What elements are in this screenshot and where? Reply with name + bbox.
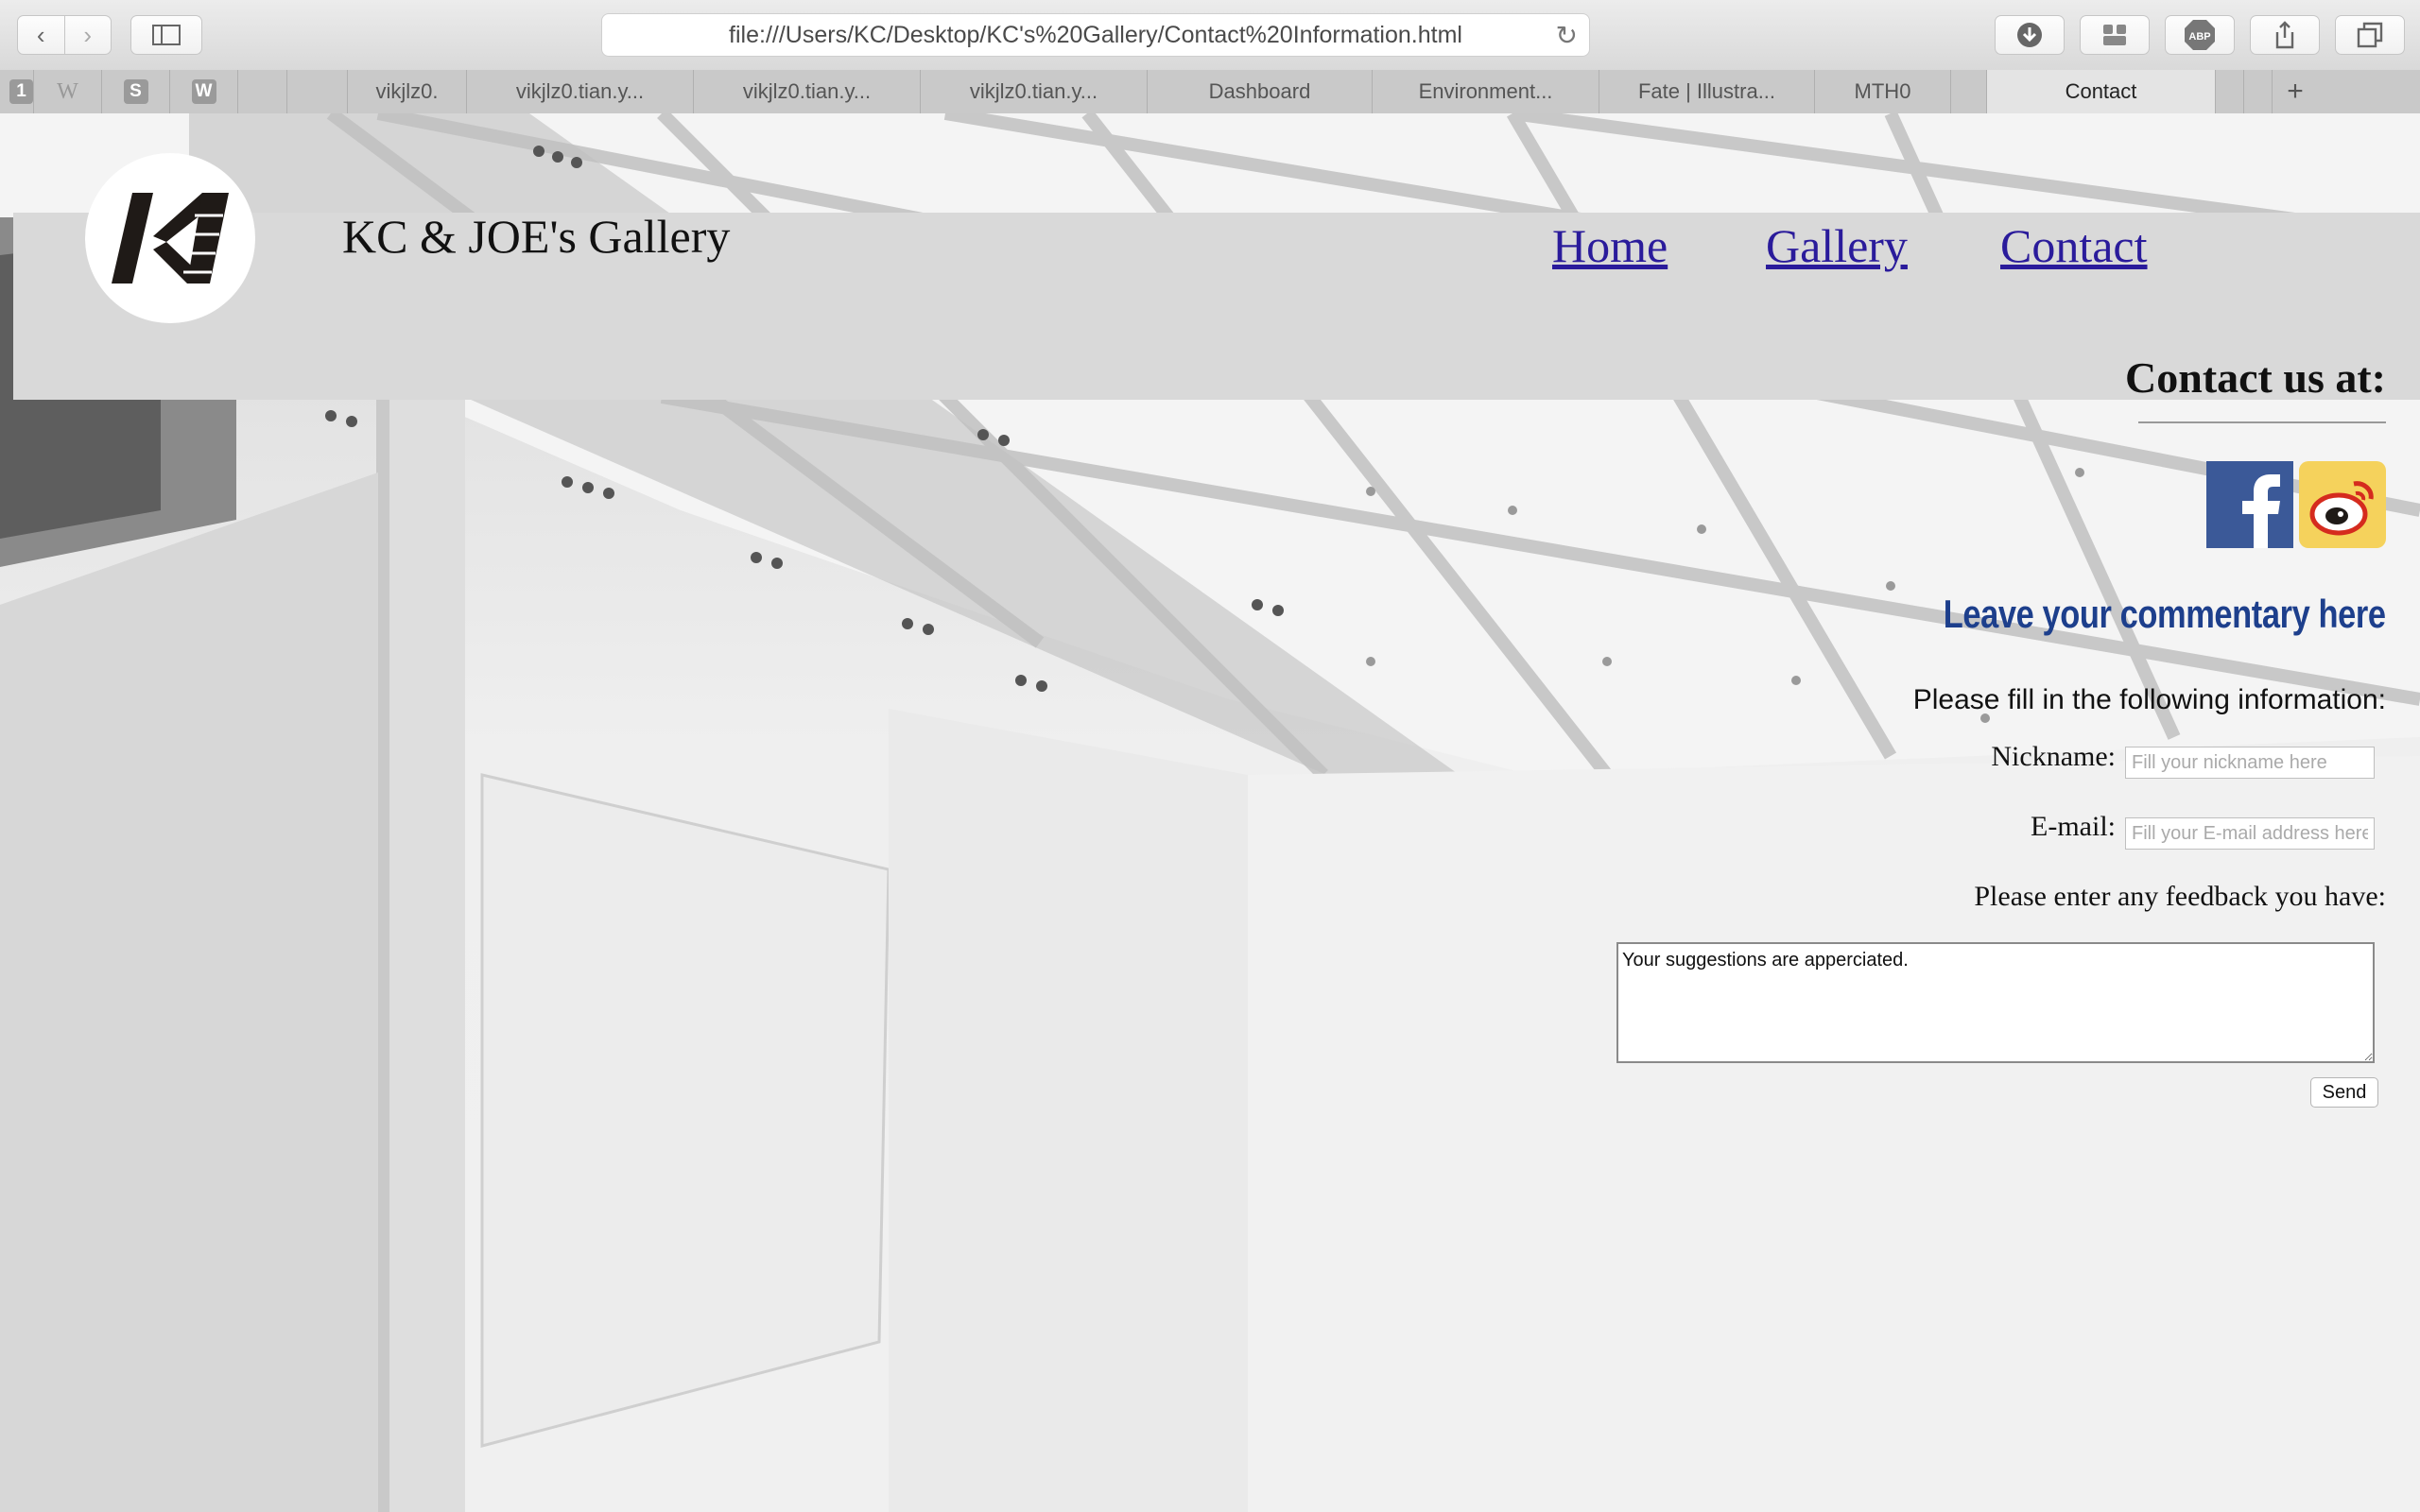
forward-icon[interactable]: › — [63, 16, 112, 54]
feedback-textarea[interactable]: Your suggestions are apperciated. — [1616, 942, 2375, 1063]
nav-home-link[interactable]: Home — [1552, 218, 1668, 273]
tab-vikjlz0-4[interactable]: vikjlz0.tian.y... — [921, 70, 1148, 113]
contact-heading: Contact us at: — [2125, 353, 2386, 402]
wikipedia-icon: W — [57, 78, 78, 104]
tab-dashboard[interactable]: Dashboard — [1148, 70, 1373, 113]
reload-icon[interactable]: ↻ — [1556, 20, 1578, 51]
site-header: KC & JOE's Gallery Home Gallery Contact — [13, 153, 2420, 400]
pinned-tab-1[interactable]: 1 — [0, 70, 34, 113]
s-icon: S — [123, 79, 148, 104]
email-input[interactable] — [2125, 817, 2375, 850]
tab-vikjlz0-2[interactable]: vikjlz0.tian.y... — [467, 70, 694, 113]
tab-blank-2[interactable] — [2216, 70, 2244, 113]
site-title: KC & JOE's Gallery — [342, 210, 731, 263]
tab-vikjlz0-1[interactable]: vikjlz0. — [348, 70, 467, 113]
form-intro-text: Please fill in the following information… — [1912, 684, 2386, 715]
tab-contact[interactable]: Contact — [1987, 70, 2216, 113]
tab-fate-illustra[interactable]: Fate | Illustra... — [1599, 70, 1815, 113]
browser-toolbar: ‹ › file:///Users/KC/Desktop/KC's%20Gall… — [0, 0, 2420, 71]
pinned-tab-blank-2[interactable] — [287, 70, 348, 113]
address-bar[interactable]: file:///Users/KC/Desktop/KC's%20Gallery/… — [601, 13, 1590, 57]
tab-vikjlz0-3[interactable]: vikjlz0.tian.y... — [694, 70, 921, 113]
adblock-label: ABP — [2188, 31, 2210, 43]
feedback-label: Please enter any feedback you have: — [1974, 881, 2386, 912]
weibo-icon[interactable] — [2299, 461, 2386, 548]
tab-environment[interactable]: Environment... — [1373, 70, 1599, 113]
back-forward-group: ‹ › — [17, 15, 112, 55]
pinned-tab-wikipedia[interactable]: W — [34, 70, 102, 113]
share-icon[interactable] — [2250, 15, 2320, 55]
send-button[interactable]: Send — [2310, 1077, 2378, 1108]
nickname-input[interactable] — [2125, 747, 2375, 779]
tab-bar: 1 W S W vikjlz0. vikjlz0.tian.y... vikjl… — [0, 70, 2420, 114]
site-logo[interactable] — [85, 153, 255, 323]
tab-blank[interactable] — [1951, 70, 1987, 113]
tabs-overview-icon[interactable] — [2335, 15, 2405, 55]
nav-contact-link[interactable]: Contact — [2000, 218, 2148, 273]
pinned-tab-w[interactable]: W — [170, 70, 238, 113]
tab-mth0[interactable]: MTH0 — [1815, 70, 1951, 113]
tab-blank-3[interactable] — [2244, 70, 2273, 113]
w-icon: W — [191, 79, 216, 104]
email-label: E-mail: — [2031, 811, 2116, 842]
url-text: file:///Users/KC/Desktop/KC's%20Gallery/… — [729, 21, 1462, 48]
page-content: KC & JOE's Gallery Home Gallery Contact … — [0, 113, 2420, 1512]
contact-divider — [2138, 421, 2386, 423]
new-tab-icon[interactable]: + — [2273, 70, 2318, 113]
adblock-icon[interactable]: ABP — [2165, 15, 2235, 55]
sidebar-icon[interactable] — [130, 15, 202, 55]
pinned-tab-1-icon: 1 — [9, 79, 33, 104]
nav-gallery-link[interactable]: Gallery — [1766, 218, 1908, 273]
back-icon[interactable]: ‹ — [18, 16, 64, 54]
pinned-tab-blank-1[interactable] — [238, 70, 287, 113]
leave-commentary-heading: Leave your commentary here — [1944, 592, 2386, 636]
nickname-label: Nickname: — [1991, 741, 2116, 772]
download-icon[interactable] — [1995, 15, 2065, 55]
kj-logo-icon — [112, 193, 229, 284]
extension-icon[interactable] — [2080, 15, 2150, 55]
pinned-tab-s[interactable]: S — [102, 70, 170, 113]
facebook-icon[interactable] — [2206, 461, 2293, 548]
